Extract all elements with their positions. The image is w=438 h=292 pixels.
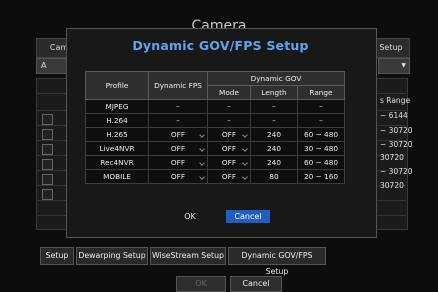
profile-cell: Live4NVR — [85, 141, 149, 156]
table-row: MJPEG – – – – — [85, 99, 345, 114]
range-cell: 30 ~ 480 — [297, 141, 345, 156]
range-header: s Range — [380, 96, 411, 105]
mode-cell: – — [207, 113, 251, 128]
gov-fps-table: Profile Dynamic FPS Dynamic GOV Mode Len… — [85, 71, 345, 184]
header-dynamic-gov: Dynamic GOV — [207, 71, 345, 86]
tab-wisestream-setup[interactable]: WiseStream Setup — [150, 247, 226, 265]
dynamic-fps-select[interactable]: OFF — [148, 141, 208, 156]
row-checkbox[interactable] — [42, 129, 53, 140]
profile-cell: Rec4NVR — [85, 155, 149, 170]
length-input[interactable]: 80 — [250, 169, 298, 184]
range-cell: 60 ~ 480 — [297, 127, 345, 142]
dialog-title: Dynamic GOV/FPS Setup — [132, 38, 309, 53]
ok-button[interactable]: OK — [168, 210, 212, 223]
row-checkbox[interactable] — [42, 189, 53, 200]
profile-cell: H.264 — [85, 113, 149, 128]
mode-select[interactable]: OFF — [207, 155, 251, 170]
profile-cell: MOBILE — [85, 169, 149, 184]
table-row: Live4NVR OFF OFF 240 30 ~ 480 — [85, 141, 345, 156]
table-row: H.264 – – – – — [85, 113, 345, 128]
mode-select[interactable]: OFF — [207, 169, 251, 184]
table-row: Rec4NVR OFF OFF 240 60 ~ 480 — [85, 155, 345, 170]
tab-dewarping-setup[interactable]: Dewarping Setup — [76, 247, 148, 265]
row-checkbox[interactable] — [42, 144, 53, 155]
length-cell: – — [250, 113, 298, 128]
cancel-button[interactable]: Cancel — [226, 210, 270, 223]
tab-setup-bottom[interactable]: Setup — [40, 247, 74, 265]
range-value: ~ 30720 — [380, 140, 413, 149]
range-value: ~ 6144 — [380, 111, 408, 120]
length-input[interactable]: 240 — [250, 155, 298, 170]
row-checkbox[interactable] — [42, 114, 53, 125]
header-profile: Profile — [85, 71, 149, 100]
tab-dynamic-gov-fps-setup[interactable]: Dynamic GOV/FPS Setup — [228, 247, 326, 276]
header-mode: Mode — [207, 85, 251, 100]
mode-select[interactable]: OFF — [207, 127, 251, 142]
range-cell: – — [297, 113, 345, 128]
range-value: ~ 30720 — [380, 126, 413, 135]
range-cell: 60 ~ 480 — [297, 155, 345, 170]
range-value: ~ 30720 — [380, 167, 413, 176]
dynamic-fps-cell: – — [148, 113, 208, 128]
dynamic-fps-cell: – — [148, 99, 208, 114]
cancel-button-background[interactable]: Cancel — [230, 276, 282, 292]
row-checkbox[interactable] — [42, 159, 53, 170]
range-value: 30720 — [380, 181, 404, 190]
header-dynamic-fps: Dynamic FPS — [148, 71, 208, 100]
tab-setup[interactable]: Setup — [372, 38, 410, 58]
length-input[interactable]: 240 — [250, 127, 298, 142]
table-row: MOBILE OFF OFF 80 20 ~ 160 — [85, 169, 345, 184]
dynamic-fps-select[interactable]: OFF — [148, 169, 208, 184]
dynamic-fps-select[interactable]: OFF — [148, 155, 208, 170]
table-row: H.265 OFF OFF 240 60 ~ 480 — [85, 127, 345, 142]
length-cell: – — [250, 99, 298, 114]
length-input[interactable]: 240 — [250, 141, 298, 156]
header-length: Length — [250, 85, 298, 100]
profile-cell: H.265 — [85, 127, 149, 142]
ok-button-background[interactable]: OK — [176, 276, 226, 292]
chevron-down-icon: ▼ — [401, 62, 406, 69]
range-value: 30720 — [380, 153, 404, 162]
background-select-right[interactable]: ▼ — [378, 58, 410, 74]
profile-cell: MJPEG — [85, 99, 149, 114]
range-cell: – — [297, 99, 345, 114]
dynamic-fps-select[interactable]: OFF — [148, 127, 208, 142]
mode-cell: – — [207, 99, 251, 114]
header-range: Range — [297, 85, 345, 100]
row-checkbox[interactable] — [42, 174, 53, 185]
range-cell: 20 ~ 160 — [297, 169, 345, 184]
mode-select[interactable]: OFF — [207, 141, 251, 156]
